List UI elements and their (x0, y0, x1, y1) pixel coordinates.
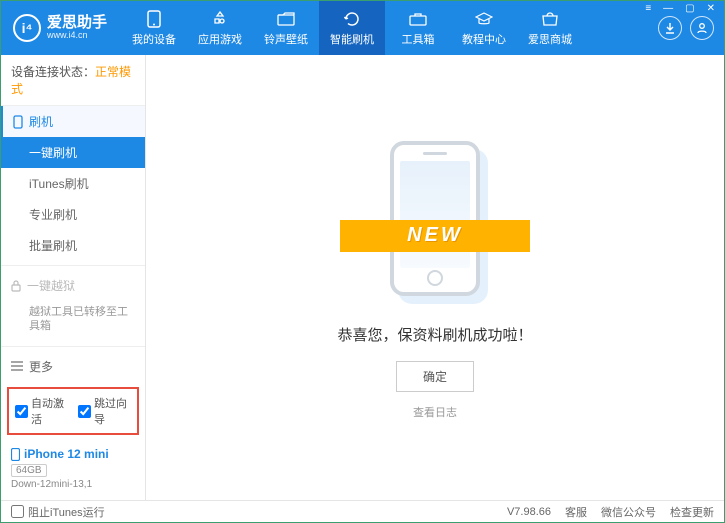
header-right (658, 16, 724, 40)
folder-icon (277, 10, 295, 28)
logo: i⁴ 爱思助手 www.i4.cn (1, 14, 121, 42)
tab-flash[interactable]: 智能刷机 (319, 1, 385, 55)
chk-block-itunes[interactable]: 阻止iTunes运行 (11, 504, 105, 520)
minimize-icon[interactable]: — (660, 3, 676, 14)
apps-icon (211, 10, 229, 28)
check-update-link[interactable]: 检查更新 (670, 504, 714, 520)
shop-icon (541, 10, 559, 28)
logo-badge: i⁴ (13, 14, 41, 42)
sidebar-group-flash[interactable]: 刷机 (1, 106, 145, 137)
app-header: ≡ — ▢ ✕ i⁴ 爱思助手 www.i4.cn 我的设备 应用游戏 铃声壁纸… (1, 1, 724, 55)
device-panel: iPhone 12 mini 64GB Down-12mini-13,1 (1, 441, 145, 500)
sidebar-group-jailbreak: 一键越狱 (1, 270, 145, 301)
main-tabs: 我的设备 应用游戏 铃声壁纸 智能刷机 工具箱 教程中心 爱思商城 (121, 1, 583, 55)
menu-lines-icon (11, 361, 23, 371)
tab-apps[interactable]: 应用游戏 (187, 1, 253, 55)
success-message: 恭喜您，保资料刷机成功啦！ (337, 324, 532, 345)
jailbreak-note: 越狱工具已转移至工具箱 (1, 301, 145, 342)
connection-status: 设备连接状态：正常模式 (1, 55, 145, 106)
download-button[interactable] (658, 16, 682, 40)
sidebar-item-batch-flash[interactable]: 批量刷机 (1, 230, 145, 261)
sidebar-item-itunes-flash[interactable]: iTunes刷机 (1, 168, 145, 199)
main-content: NEW 恭喜您，保资料刷机成功啦！ 确定 查看日志 (146, 55, 724, 500)
tab-toolbox[interactable]: 工具箱 (385, 1, 451, 55)
tab-ringtones[interactable]: 铃声壁纸 (253, 1, 319, 55)
chk-skip-guide[interactable]: 跳过向导 (78, 395, 131, 427)
view-log-link[interactable]: 查看日志 (413, 404, 457, 420)
menu-icon[interactable]: ≡ (642, 3, 654, 14)
success-illustration: NEW (335, 136, 535, 306)
ok-button[interactable]: 确定 (396, 361, 474, 392)
status-bar: 阻止iTunes运行 V7.98.66 客服 微信公众号 检查更新 (1, 500, 724, 522)
close-icon[interactable]: ✕ (704, 3, 718, 14)
sidebar: 设备连接状态：正常模式 刷机 一键刷机 iTunes刷机 专业刷机 批量刷机 一… (1, 55, 146, 500)
device-download-id: Down-12mini-13,1 (11, 479, 135, 490)
cap-icon (475, 10, 493, 28)
phone-icon (145, 10, 163, 28)
new-ribbon: NEW (335, 214, 535, 258)
sidebar-item-pro-flash[interactable]: 专业刷机 (1, 199, 145, 230)
lock-icon (11, 280, 21, 292)
version-label: V7.98.66 (507, 506, 551, 518)
window-controls: ≡ — ▢ ✕ (642, 3, 718, 14)
device-icon (11, 448, 20, 461)
wechat-link[interactable]: 微信公众号 (601, 504, 656, 520)
sidebar-item-onekey-flash[interactable]: 一键刷机 (1, 137, 145, 168)
user-button[interactable] (690, 16, 714, 40)
support-link[interactable]: 客服 (565, 504, 587, 520)
option-checkboxes: 自动激活 跳过向导 (7, 387, 139, 435)
tab-shop[interactable]: 爱思商城 (517, 1, 583, 55)
device-name[interactable]: iPhone 12 mini (11, 447, 135, 461)
sidebar-group-more[interactable]: 更多 (1, 351, 145, 381)
tab-tutorials[interactable]: 教程中心 (451, 1, 517, 55)
chk-auto-activate[interactable]: 自动激活 (15, 395, 68, 427)
toolbox-icon (409, 10, 427, 28)
device-capacity: 64GB (11, 464, 47, 477)
app-name: 爱思助手 (47, 15, 107, 32)
refresh-icon (343, 10, 361, 28)
tab-my-device[interactable]: 我的设备 (121, 1, 187, 55)
app-url: www.i4.cn (47, 31, 107, 41)
phone-small-icon (13, 115, 23, 129)
maximize-icon[interactable]: ▢ (682, 3, 697, 14)
